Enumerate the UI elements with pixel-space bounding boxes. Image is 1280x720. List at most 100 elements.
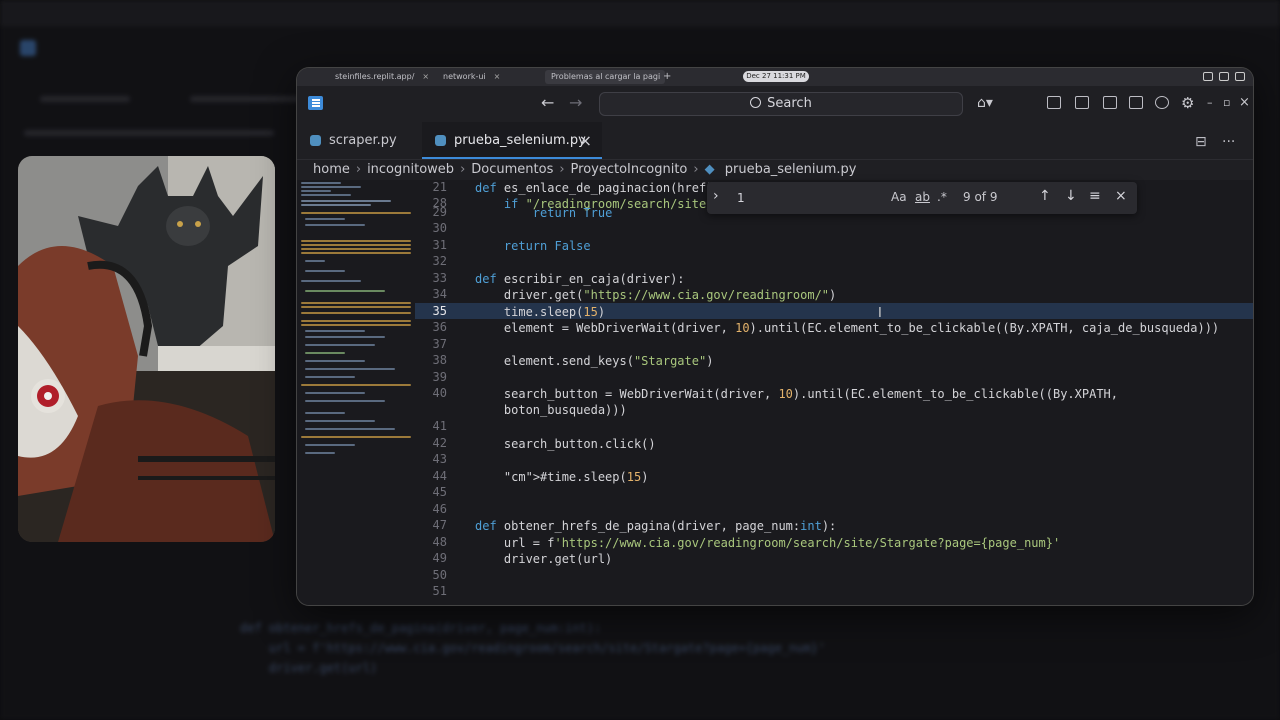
close-tab-icon[interactable]: × — [579, 122, 592, 159]
more-actions-icon[interactable]: ··· — [1222, 134, 1235, 150]
background-code: def obtener_hrefs_de_pagina(driver, page… — [240, 618, 825, 678]
line-numbers: 21 28 29 30 31 32 33 34 35 36 37 38 39 4… — [425, 180, 457, 605]
find-widget: › 1 Aa ab .* 9 of 9 ↑ ↓ ≡ × — [707, 182, 1137, 214]
browser-tab[interactable]: Problemas al cargar la pagi× — [545, 70, 665, 84]
search-label: Search — [767, 96, 812, 111]
toggle-sidebar-icon[interactable] — [1075, 96, 1089, 109]
background-code-line: driver.get(url) — [240, 661, 378, 675]
webcam-overlay — [18, 156, 275, 542]
search-box[interactable]: Search — [599, 92, 963, 116]
breadcrumb: home › incognitoweb › Documentos › ProyectoInc… — [313, 162, 863, 180]
line-number: 34 — [432, 287, 447, 301]
find-result-count: 9 of 9 — [963, 190, 998, 204]
line-number: 30 — [432, 221, 447, 235]
account-icon[interactable] — [1155, 96, 1169, 109]
line-number: 32 — [432, 254, 447, 268]
line-number: 39 — [432, 370, 447, 384]
line-number: 33 — [432, 271, 447, 285]
code-line: element = WebDriverWait(driver, 10).unti… — [475, 321, 1220, 335]
copilot-icon[interactable]: ⌂▾ — [977, 94, 993, 112]
arrow-down-icon[interactable]: ↓ — [1065, 188, 1077, 204]
regex-toggle[interactable]: .* — [937, 190, 947, 204]
code-editor[interactable]: 21 28 29 30 31 32 33 34 35 36 37 38 39 4… — [297, 180, 1253, 605]
python-file-icon: ◆ — [704, 162, 715, 177]
window-restore-icon[interactable] — [1219, 72, 1229, 81]
split-editor-icon[interactable]: ⊟ — [1195, 134, 1207, 150]
line-number: 50 — [432, 568, 447, 582]
browser-tab[interactable]: steinfiles.replit.app/ × — [329, 70, 445, 84]
breadcrumb-item[interactable]: prueba_selenium.py — [725, 162, 857, 177]
line-number: 36 — [432, 320, 447, 334]
toggle-secondary-sidebar-icon[interactable] — [1129, 96, 1143, 109]
line-number: 42 — [432, 436, 447, 450]
code-line: return True — [532, 206, 613, 220]
line-number: 40 — [432, 386, 447, 400]
maximize-button[interactable]: ▫ — [1223, 94, 1230, 112]
code-line: "cm">#time.sleep(15) — [503, 470, 649, 484]
titlebar: ← → Search ⌂▾ ⚙ – ▫ × — [297, 86, 1253, 122]
code-line: def es_enlace_de_paginacion(href): — [475, 181, 721, 195]
layout-toggle-icon[interactable] — [1047, 96, 1061, 109]
arrow-up-icon[interactable]: ↑ — [1039, 188, 1051, 204]
line-number: 37 — [432, 337, 447, 351]
window-tile-icon[interactable] — [1203, 72, 1213, 81]
code-line: url = f'https://www.cia.gov/readingroom/… — [475, 536, 1061, 550]
arrow-right-icon[interactable]: → — [569, 94, 582, 112]
toggle-panel-icon[interactable] — [1103, 96, 1117, 109]
chevron-right-icon: › — [355, 162, 362, 177]
match-case-toggle[interactable]: Aa — [891, 190, 907, 204]
breadcrumb-item[interactable]: home — [313, 162, 350, 177]
line-number: 43 — [432, 452, 447, 466]
line-number: 29 — [432, 205, 447, 219]
minimize-button[interactable]: – — [1207, 94, 1213, 112]
browser-tab[interactable]: network-ui × — [437, 70, 549, 84]
browser-tab-label: steinfiles.replit.app/ — [335, 72, 415, 81]
code-line: element.send_keys("Stargate") — [475, 354, 714, 368]
background-tab — [190, 96, 300, 102]
code-content[interactable]: def es_enlace_de_paginacion(href): if "/… — [475, 180, 1253, 605]
browser-tab-label: network-ui — [443, 72, 486, 81]
close-icon[interactable]: × — [494, 72, 501, 81]
line-number: 31 — [432, 238, 447, 252]
line-number: 45 — [432, 485, 447, 499]
app-menu-icon[interactable] — [308, 96, 323, 110]
background-code-line: def obtener_hrefs_de_pagina(driver, page… — [240, 621, 602, 635]
editor-tabs: scraper.py prueba_selenium.py × ⊟ ··· — [297, 122, 1253, 160]
code-line: search_button = WebDriverWait(driver, 10… — [475, 387, 1118, 401]
line-number: 35 — [432, 304, 447, 318]
line-number: 48 — [432, 535, 447, 549]
tab-scraper[interactable]: scraper.py — [297, 122, 422, 159]
line-number: 46 — [432, 502, 447, 516]
chevron-right-icon: › — [693, 162, 699, 177]
browser-tab-label: Problemas al cargar la pagi — [551, 72, 661, 81]
minimap[interactable] — [299, 180, 411, 605]
chevron-right-icon: › — [460, 162, 466, 177]
python-file-icon — [310, 135, 321, 146]
breadcrumb-item[interactable]: Documentos — [471, 162, 553, 177]
line-number: 49 — [432, 551, 447, 565]
match-word-toggle[interactable]: ab — [915, 190, 930, 204]
find-in-selection-icon[interactable]: ≡ — [1089, 188, 1101, 204]
clock: Dec 27 11:31 PM — [743, 71, 809, 82]
line-number: 38 — [432, 353, 447, 367]
close-icon[interactable]: × — [1115, 188, 1127, 204]
code-line: driver.get(url) — [475, 552, 613, 566]
chevron-right-icon[interactable]: › — [713, 188, 719, 204]
breadcrumb-item[interactable]: ProyectoIncognito — [571, 162, 688, 177]
line-number: 44 — [432, 469, 447, 483]
window-close-icon[interactable] — [1235, 72, 1245, 81]
close-window-button[interactable]: × — [1239, 94, 1250, 112]
tab-prueba-selenium[interactable]: prueba_selenium.py × — [422, 122, 602, 159]
breadcrumb-item[interactable]: incognitoweb — [367, 162, 454, 177]
webcam-image — [18, 156, 275, 542]
close-icon[interactable]: × — [422, 72, 429, 81]
background-tab — [40, 96, 130, 102]
code-line: time.sleep(15) — [475, 305, 606, 319]
code-line: search_button.click() — [475, 437, 656, 451]
new-tab-button[interactable]: + — [657, 70, 677, 84]
settings-gear-icon[interactable]: ⚙ — [1181, 94, 1194, 112]
line-number: 41 — [432, 419, 447, 433]
code-line: return False — [503, 239, 591, 253]
code-line: def obtener_hrefs_de_pagina(driver, page… — [475, 519, 837, 533]
arrow-left-icon[interactable]: ← — [541, 94, 554, 112]
